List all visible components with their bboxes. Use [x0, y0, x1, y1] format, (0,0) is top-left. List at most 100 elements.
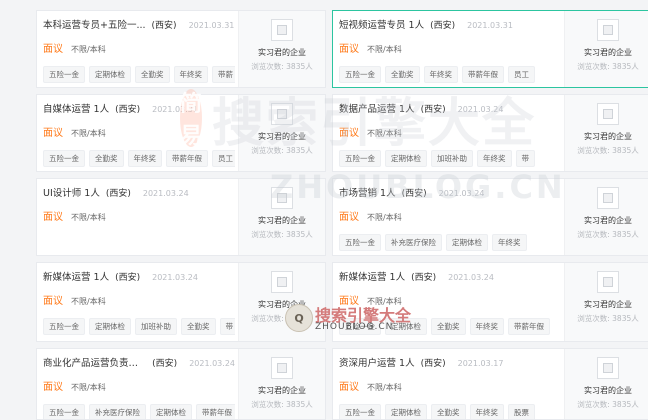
- company-name[interactable]: 实习君的企业: [565, 385, 648, 396]
- benefit-tag: 补充医疗保险: [89, 404, 146, 419]
- company-name[interactable]: 实习君的企业: [239, 47, 325, 58]
- job-date: 2021.03.31: [152, 105, 198, 114]
- benefit-tag: 五险一金: [339, 234, 381, 251]
- company-panel[interactable]: 实习君的企业 浏览次数: 3835人: [238, 349, 325, 419]
- benefit-tag: 全勤奖: [385, 66, 420, 83]
- company-panel[interactable]: 实习君的企业 浏览次数: 3835人: [238, 95, 325, 171]
- salary: 面议: [339, 128, 359, 139]
- company-name[interactable]: 实习君的企业: [565, 215, 648, 226]
- job-card-highlighted[interactable]: 短视频运营专员 1人 (西安) 2021.03.31 面议 不限/本科 五险一金…: [332, 10, 648, 88]
- benefit-tag: 定期体检: [89, 318, 131, 335]
- job-city: (西安): [115, 105, 141, 115]
- benefit-tags: 五险一金 定期体检 全勤奖 年终奖 带薪年假: [339, 318, 561, 335]
- job-date: 2021.03.24: [457, 105, 504, 114]
- benefit-tag: 加班补助: [431, 150, 473, 167]
- benefit-tag: 年终奖: [173, 66, 208, 83]
- company-panel[interactable]: 实习君的企业 浏览次数: 3835人: [564, 11, 648, 87]
- view-count: 浏览次数: 3835人: [577, 314, 639, 323]
- company-panel[interactable]: 实习君的企业 浏览次数: 3835人: [564, 263, 648, 341]
- benefit-tag: 定期体检: [150, 404, 192, 419]
- salary: 面议: [339, 296, 359, 307]
- benefit-tag: 五险一金: [43, 318, 85, 335]
- job-title[interactable]: 短视频运营专员 1人: [339, 17, 424, 31]
- salary: 面议: [339, 44, 359, 55]
- job-title[interactable]: 新媒体运营 1人: [339, 269, 405, 283]
- view-count: 浏览次数: 3835人: [251, 146, 313, 155]
- education-requirement: 不限/本科: [367, 383, 402, 392]
- benefit-tag: 定期体检: [89, 66, 131, 83]
- company-name[interactable]: 实习君的企业: [239, 299, 325, 310]
- company-name[interactable]: 实习君的企业: [239, 215, 325, 226]
- company-panel[interactable]: 实习君的企业 浏览次数: 3835人: [564, 349, 648, 419]
- benefit-tags: 五险一金 定期体检 全勤奖 年终奖 带薪: [43, 66, 235, 83]
- company-name[interactable]: 实习君的企业: [239, 385, 325, 396]
- job-city: (西安): [420, 359, 446, 369]
- salary: 面议: [339, 212, 359, 223]
- benefit-tag: 年终奖: [477, 150, 512, 167]
- education-requirement: 不限/本科: [367, 45, 402, 54]
- company-panel[interactable]: 实习君的企业 浏览次数: 3835人: [238, 11, 325, 87]
- company-logo-icon: [597, 19, 619, 41]
- benefit-tag: 全勤奖: [135, 66, 170, 83]
- view-count: 浏览次数: 3835人: [577, 146, 639, 155]
- job-title[interactable]: 本科运营专员+五险一...: [43, 17, 146, 31]
- job-card[interactable]: 市场营销 1人 (西安) 2021.03.24 面议 不限/本科 五险一金 补充…: [332, 178, 648, 256]
- company-logo-icon: [271, 103, 293, 125]
- company-panel[interactable]: 实习君的企业 浏览次数: 3835人: [238, 263, 325, 341]
- job-card[interactable]: UI设计师 1人 (西安) 2021.03.24 面议 不限/本科 实习君的企业…: [36, 178, 326, 256]
- job-title[interactable]: 资深用户运营 1人: [339, 355, 415, 369]
- benefit-tag: 带薪: [212, 66, 235, 83]
- job-title[interactable]: 数据产品运营 1人: [339, 101, 415, 115]
- benefit-tag: 员工: [508, 66, 535, 83]
- job-card[interactable]: 数据产品运营 1人 (西安) 2021.03.24 面议 不限/本科 五险一金 …: [332, 94, 648, 172]
- company-name[interactable]: 实习君的企业: [565, 131, 648, 142]
- job-city: (西安): [115, 273, 141, 283]
- company-logo-icon: [597, 271, 619, 293]
- benefit-tag: 年终奖: [492, 234, 527, 251]
- education-requirement: 不限/本科: [71, 213, 106, 222]
- company-name[interactable]: 实习君的企业: [239, 131, 325, 142]
- job-card[interactable]: 资深用户运营 1人 (西安) 2021.03.17 面议 不限/本科 五险一金 …: [332, 348, 648, 420]
- job-date: 2021.03.24: [448, 273, 494, 282]
- benefit-tag: 定期体检: [385, 404, 427, 419]
- benefit-tag: 员工: [212, 150, 235, 167]
- job-card[interactable]: 新媒体运营 1人 (西安) 2021.03.24 面议 不限/本科 五险一金 定…: [36, 262, 326, 342]
- company-name[interactable]: 实习君的企业: [565, 299, 648, 310]
- view-count: 浏览次数: 3835人: [251, 62, 313, 71]
- company-panel[interactable]: 实习君的企业 浏览次数: 3835人: [238, 179, 325, 255]
- benefit-tag: 年终奖: [127, 150, 162, 167]
- company-logo-icon: [597, 103, 619, 125]
- job-title[interactable]: 自媒体运营 1人: [43, 101, 109, 115]
- job-date: 2021.03.31: [188, 21, 235, 30]
- benefit-tag: 带: [515, 150, 535, 167]
- benefit-tag: 全勤奖: [431, 404, 466, 419]
- benefit-tag: 五险一金: [339, 66, 381, 83]
- company-logo-icon: [597, 357, 619, 379]
- job-card[interactable]: 本科运营专员+五险一... (西安) 2021.03.31 面议 不限/本科 五…: [36, 10, 326, 88]
- benefit-tags: 五险一金 补充医疗保险 定期体检 带薪年假: [43, 404, 235, 419]
- job-card[interactable]: 新媒体运营 1人 (西安) 2021.03.24 面议 不限/本科 五险一金 定…: [332, 262, 648, 342]
- company-logo-icon: [271, 19, 293, 41]
- benefit-tag: 五险一金: [339, 150, 381, 167]
- company-panel[interactable]: 实习君的企业 浏览次数: 3835人: [564, 179, 648, 255]
- job-city: (西安): [411, 273, 437, 283]
- company-panel[interactable]: 实习君的企业 浏览次数: 3835人: [564, 95, 648, 171]
- job-card[interactable]: 自媒体运营 1人 (西安) 2021.03.31 面议 不限/本科 五险一金 全…: [36, 94, 326, 172]
- job-title[interactable]: UI设计师 1人: [43, 185, 100, 199]
- company-logo-icon: [597, 187, 619, 209]
- company-name[interactable]: 实习君的企业: [565, 47, 648, 58]
- job-date: 2021.03.24: [189, 359, 235, 368]
- job-title[interactable]: 市场营销 1人: [339, 185, 396, 199]
- benefit-tag: 定期体检: [446, 234, 488, 251]
- education-requirement: 不限/本科: [367, 297, 402, 306]
- benefit-tag: 定期体检: [385, 150, 427, 167]
- job-title[interactable]: 商业化产品运营负责人...: [43, 355, 146, 369]
- job-card[interactable]: 商业化产品运营负责人... (西安) 2021.03.24 面议 不限/本科 五…: [36, 348, 326, 420]
- job-title[interactable]: 新媒体运营 1人: [43, 269, 109, 283]
- benefit-tag: 带: [219, 318, 235, 335]
- benefit-tag: 年终奖: [423, 66, 458, 83]
- salary: 面议: [43, 382, 63, 393]
- benefit-tag: 五险一金: [43, 404, 85, 419]
- salary: 面议: [43, 296, 63, 307]
- job-date: 2021.03.24: [142, 189, 189, 198]
